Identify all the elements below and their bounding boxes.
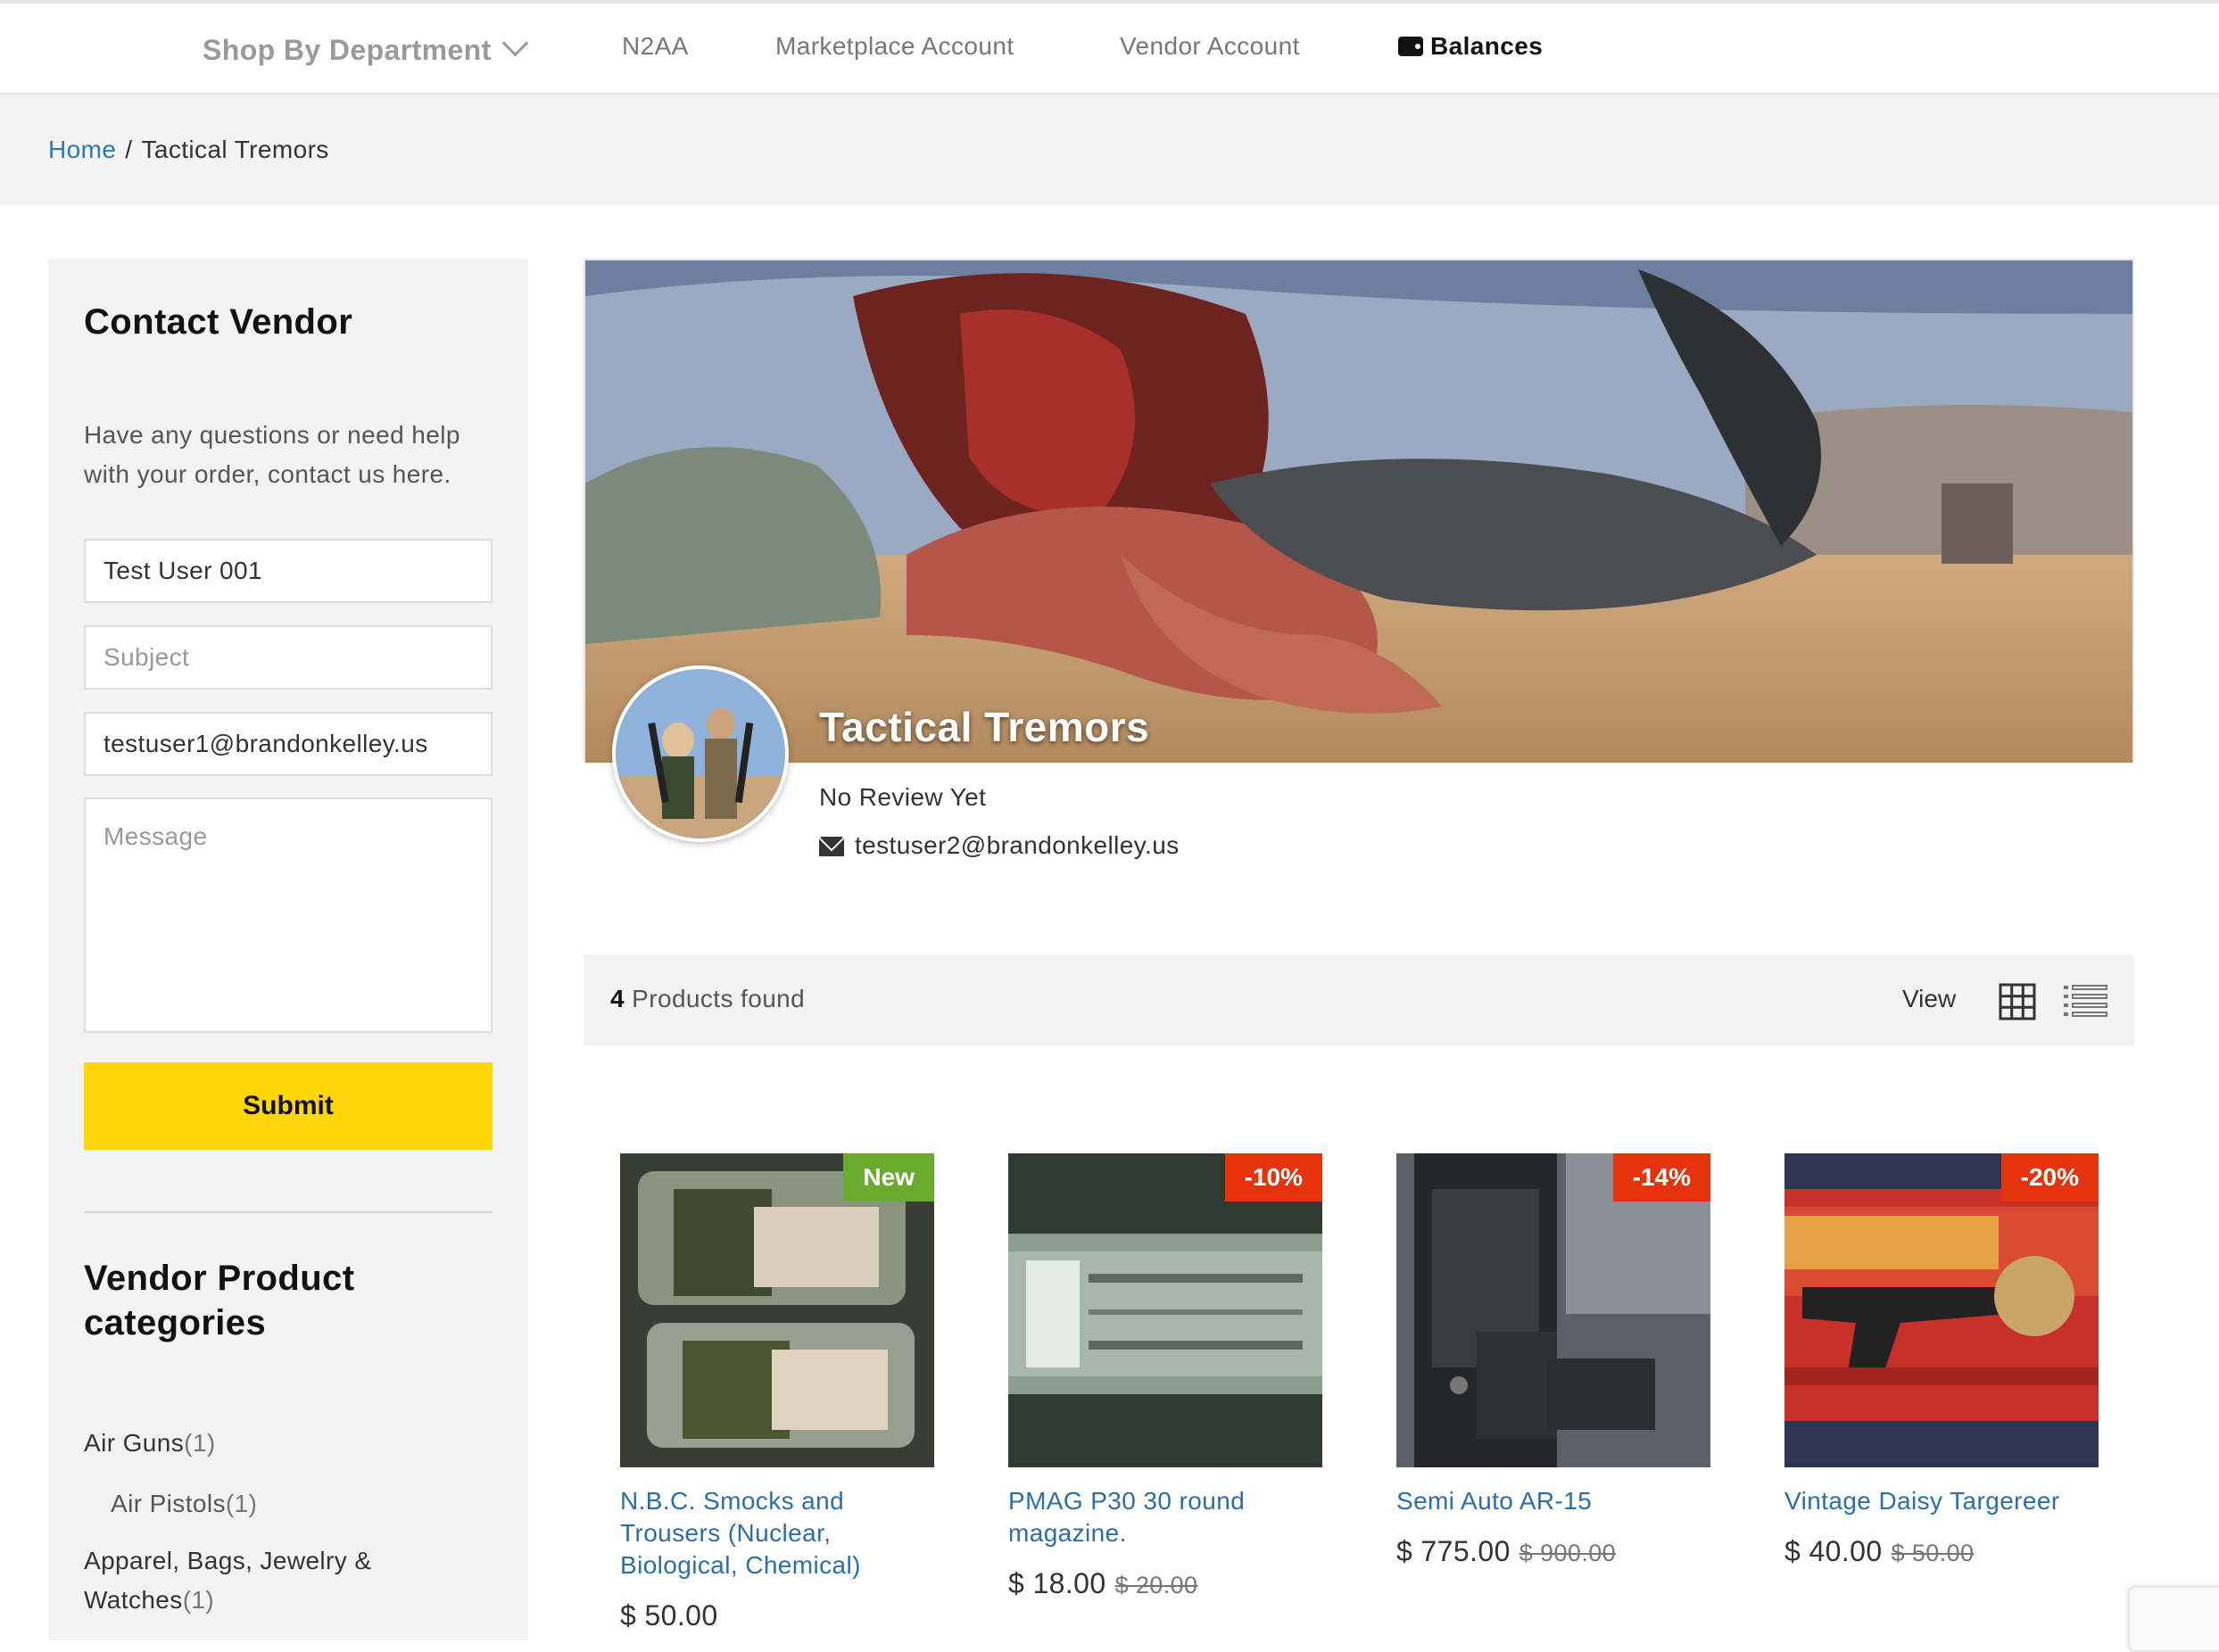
- name-field[interactable]: [84, 539, 493, 603]
- breadcrumb-bar: Home / Tactical Tremors: [0, 95, 2219, 205]
- category-label: Apparel, Bags, Jewelry & Watches: [84, 1547, 372, 1614]
- product-price: $ 18.00 $ 20.00: [1008, 1567, 1197, 1600]
- category-air-pistols[interactable]: Air Pistols(1): [111, 1484, 257, 1524]
- product-image-daisy-targeteer[interactable]: -20%: [1784, 1153, 2099, 1467]
- vendor-email-text: testuser2@brandonkelley.us: [855, 831, 1180, 859]
- product-title-link[interactable]: PMAG P30 30 round magazine.: [1008, 1485, 1322, 1549]
- product-image-pmag[interactable]: -10%: [1008, 1153, 1322, 1467]
- view-label: View: [1902, 985, 1957, 1012]
- discount-badge: -10%: [1224, 1153, 1322, 1202]
- product-price: $ 40.00 $ 50.00: [1784, 1535, 1974, 1568]
- product-title-link[interactable]: N.B.C. Smocks and Trousers (Nuclear, Bio…: [620, 1485, 934, 1582]
- sidebar: Contact Vendor Have any questions or nee…: [48, 259, 528, 1640]
- chevron-down-icon: [501, 29, 529, 57]
- shop-by-department-label: Shop By Department: [203, 34, 492, 66]
- shop-by-department-menu[interactable]: Shop By Department: [203, 29, 529, 67]
- nav-link-n2aa[interactable]: N2AA: [622, 32, 689, 61]
- main-nav: Shop By Department N2AA Marketplace Acco…: [0, 4, 2219, 95]
- products-count: 4: [610, 985, 625, 1012]
- current-price: $ 18.00: [1008, 1567, 1106, 1599]
- new-badge: New: [843, 1153, 934, 1202]
- recaptcha-badge[interactable]: [2128, 1586, 2219, 1652]
- vendor-avatar: [612, 665, 789, 842]
- breadcrumb-current: Tactical Tremors: [141, 136, 329, 163]
- list-view-icon[interactable]: [2063, 985, 2107, 1017]
- nav-link-balances[interactable]: Balances: [1398, 32, 1543, 61]
- current-price: $ 40.00: [1784, 1535, 1883, 1567]
- nav-link-marketplace-account[interactable]: Marketplace Account: [775, 32, 1014, 61]
- discount-badge: -20%: [2000, 1153, 2099, 1202]
- original-price: $ 900.00: [1519, 1540, 1617, 1566]
- current-price: $ 775.00: [1396, 1535, 1511, 1567]
- subject-field[interactable]: [84, 625, 493, 690]
- category-label: Air Guns: [84, 1429, 185, 1457]
- original-price: $ 50.00: [1891, 1540, 1975, 1566]
- category-count: (1): [184, 1429, 216, 1457]
- vendor-review-status: No Review Yet: [819, 783, 987, 811]
- original-price: $ 20.00: [1114, 1572, 1198, 1598]
- category-label: Air Pistols: [111, 1490, 226, 1517]
- vendor-cover-image: [585, 260, 2132, 763]
- products-toolbar: 4 Products found View: [584, 954, 2134, 1045]
- submit-button[interactable]: Submit: [84, 1062, 493, 1150]
- vendor-email: testuser2@brandonkelley.us: [819, 831, 1180, 860]
- vendor-name: Tactical Tremors: [819, 704, 1150, 750]
- balances-label: Balances: [1430, 32, 1544, 60]
- product-price: $ 50.00: [620, 1599, 718, 1631]
- sidebar-divider: [84, 1211, 493, 1213]
- breadcrumb: Home / Tactical Tremors: [48, 136, 329, 164]
- product-image-ar15[interactable]: -14%: [1396, 1153, 1710, 1467]
- product-price: $ 775.00 $ 900.00: [1396, 1535, 1616, 1568]
- grid-view-icon[interactable]: [1999, 983, 2036, 1020]
- wallet-icon: [1398, 37, 1423, 56]
- product-title-link[interactable]: Semi Auto AR-15: [1396, 1485, 1710, 1517]
- contact-vendor-title: Contact Vendor: [84, 302, 353, 342]
- category-count: (1): [225, 1490, 258, 1517]
- breadcrumb-home-link[interactable]: Home: [48, 136, 116, 163]
- vendor-banner: Tactical Tremors No Review Yet testuser2…: [584, 259, 2134, 859]
- message-field[interactable]: [84, 797, 493, 1033]
- products-found: 4 Products found: [610, 985, 805, 1013]
- email-field[interactable]: [84, 712, 493, 776]
- discount-badge: -14%: [1612, 1153, 1710, 1202]
- product-image-nbc-smocks[interactable]: New: [620, 1153, 934, 1467]
- category-count: (1): [182, 1586, 215, 1614]
- products-found-label: Products found: [632, 985, 806, 1012]
- category-air-guns[interactable]: Air Guns(1): [84, 1424, 216, 1463]
- envelope-icon: [819, 837, 844, 856]
- vendor-categories-title: Vendor Product categories: [84, 1259, 355, 1342]
- contact-description: Have any questions or need help with you…: [84, 421, 460, 488]
- breadcrumb-separator: /: [125, 136, 133, 163]
- nav-link-vendor-account[interactable]: Vendor Account: [1120, 32, 1300, 61]
- category-apparel[interactable]: Apparel, Bags, Jewelry & Watches(1): [84, 1541, 503, 1620]
- product-title-link[interactable]: Vintage Daisy Targereer: [1784, 1485, 2099, 1517]
